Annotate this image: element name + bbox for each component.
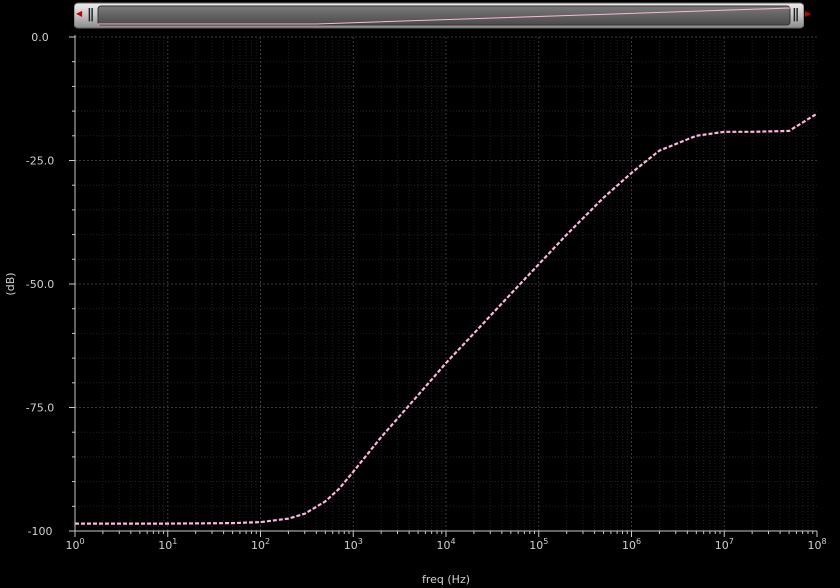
- x-tick-label: 104: [436, 537, 455, 552]
- y-tick-label: -75.0: [26, 402, 54, 415]
- x-tick-label: 106: [622, 537, 641, 552]
- y-tick-label: -25.0: [26, 155, 54, 168]
- y-tick-label: -50.0: [26, 278, 54, 291]
- x-tick-label: 100: [65, 537, 84, 552]
- x-tick-labels: 100 101 102 103 104 105 106 107 108: [65, 537, 826, 552]
- x-tick-label: 103: [344, 537, 363, 552]
- y-axis-label: (dB): [4, 272, 17, 295]
- y-tick-label: -100: [28, 525, 53, 538]
- frequency-response-chart: 100 101 102 103 104 105 106 107 108 0.0 -25.0 -50.…: [4, 31, 827, 586]
- x-tick-label: 101: [158, 537, 177, 552]
- x-tick-label: 102: [251, 537, 270, 552]
- y-tick-labels: 0.0 -25.0 -50.0 -75.0 -100: [26, 31, 54, 538]
- axes: [69, 35, 818, 537]
- x-axis-label: freq (Hz): [422, 573, 470, 586]
- x-tick-label: 107: [715, 537, 734, 552]
- grid-lines: [74, 36, 817, 532]
- y-tick-label: 0.0: [31, 31, 49, 44]
- x-tick-label: 105: [529, 537, 548, 552]
- x-tick-label: 108: [807, 537, 826, 552]
